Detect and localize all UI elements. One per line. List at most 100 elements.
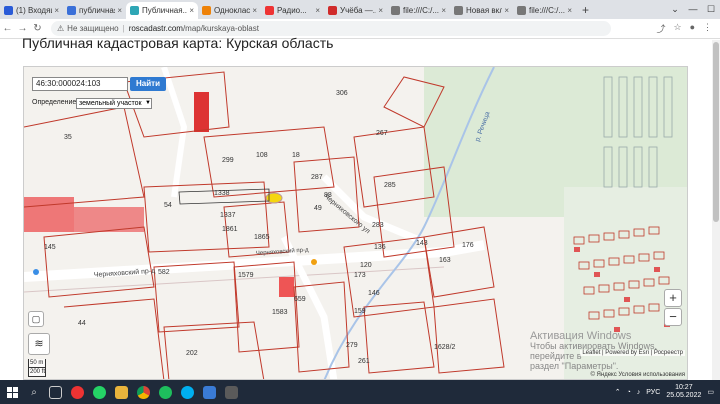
layers-button[interactable]: ≋ <box>28 333 50 355</box>
browser-tab[interactable]: (1) Входящ...× <box>0 2 63 19</box>
close-icon[interactable]: × <box>378 6 383 15</box>
parcel-number-label: 176 <box>462 242 474 249</box>
minimize-icon[interactable]: — <box>684 0 702 19</box>
back-icon[interactable]: ← <box>0 23 15 34</box>
page-content: Публичная кадастровая карта: Курская обл… <box>0 35 720 380</box>
whatsapp-icon[interactable] <box>88 380 110 404</box>
tab-favicon-icon <box>130 6 139 15</box>
clock[interactable]: 10:27 25.05.2022 <box>666 384 701 400</box>
browser-tab[interactable]: Новая вкл...× <box>450 2 513 19</box>
zoom-in-button[interactable]: + <box>664 289 682 307</box>
cadastral-search-input[interactable]: 46:30:000024:103 <box>32 77 128 91</box>
tab-label: Радио... <box>277 6 307 15</box>
maximize-icon[interactable]: ☐ <box>702 0 720 19</box>
parcel-number-label: 1583 <box>272 309 288 316</box>
clock-time: 10:27 <box>675 384 693 391</box>
menu-icon[interactable]: ⋮ <box>703 22 712 35</box>
browser-tab[interactable]: Одноклас...× <box>198 2 261 19</box>
windows-start-icon[interactable] <box>0 380 24 404</box>
parcel-number-label: 159 <box>354 308 366 315</box>
chevron-down-icon: ▼ <box>145 100 151 106</box>
browser-tab[interactable]: Учёба —... × <box>324 2 387 19</box>
cadastral-map[interactable]: Черняховский пр-д Черняховского ул Черня… <box>23 66 688 380</box>
files-icon[interactable] <box>110 380 132 404</box>
parcel-number-label: 659 <box>294 296 306 303</box>
tab-label: Учёба —... <box>340 6 377 15</box>
poi-icon <box>311 259 317 265</box>
browser-tab[interactable]: публичная...× <box>63 2 126 19</box>
close-icon[interactable]: × <box>504 6 509 15</box>
parcel-number-label: 44 <box>78 320 86 327</box>
find-button[interactable]: Найти <box>130 77 166 91</box>
browser-tab[interactable]: Публичная... × <box>126 2 198 19</box>
tab-favicon-icon <box>517 6 526 15</box>
tab-favicon-icon <box>328 6 337 15</box>
parcel-number-label: 1579 <box>238 272 254 279</box>
tab-favicon-icon <box>202 6 211 15</box>
close-icon[interactable]: × <box>441 6 446 15</box>
mail-icon[interactable] <box>198 380 220 404</box>
profile-icon[interactable]: ● <box>690 22 695 35</box>
network-icon[interactable]: ◔ <box>627 389 631 396</box>
parcel-number-label: 143 <box>416 240 428 247</box>
definition-select[interactable]: земельный участок ▼ <box>76 98 152 109</box>
parcel-number-label: 136 <box>374 244 386 251</box>
parcel-number-label: 163 <box>439 257 451 264</box>
selected-parcel[interactable] <box>265 192 283 204</box>
scale-metric: 50 m <box>28 359 46 368</box>
poi-icon <box>33 269 39 275</box>
parcel-number-label: 285 <box>384 182 396 189</box>
close-icon[interactable]: × <box>252 6 257 15</box>
street-label: Черняховский пр-д <box>256 246 310 257</box>
fullscreen-button[interactable]: ▢ <box>28 311 44 327</box>
browser-tab[interactable]: file:///C:/... × <box>513 2 576 19</box>
forward-icon[interactable]: → <box>15 23 30 34</box>
url-host: roscadastr.com <box>128 24 183 33</box>
parcel-number-label: 279 <box>346 342 358 349</box>
tab-bar: (1) Входящ...×публичная...×Публичная...×… <box>0 0 720 19</box>
page-scrollbar[interactable] <box>712 40 720 380</box>
chrome-icon[interactable] <box>132 380 154 404</box>
browser-tab[interactable]: file:///C:/... × <box>387 2 450 19</box>
tab-label: file:///C:/... <box>529 6 566 15</box>
chevron-down-icon[interactable]: ⌄ <box>666 0 684 19</box>
whatsapp2-icon[interactable] <box>154 380 176 404</box>
parcel-number-label: 306 <box>336 90 348 97</box>
tab-label: Публичная... <box>142 6 188 15</box>
close-icon[interactable]: × <box>315 6 320 15</box>
star-icon[interactable]: ☆ <box>673 22 681 35</box>
task-view-icon[interactable] <box>44 380 66 404</box>
tab-favicon-icon <box>67 6 76 15</box>
language-indicator[interactable]: РУС <box>646 389 660 396</box>
parcel-number-label: 49 <box>314 205 322 212</box>
close-icon[interactable]: × <box>567 6 572 15</box>
close-icon[interactable]: × <box>189 6 194 15</box>
search-icon[interactable]: ⌕ <box>24 387 44 398</box>
close-icon[interactable]: × <box>54 6 59 15</box>
share-icon[interactable]: ⤴ <box>656 22 665 35</box>
road <box>161 67 188 198</box>
tab-label: file:///C:/... <box>403 6 440 15</box>
new-tab-button[interactable]: + <box>576 2 595 19</box>
building <box>194 92 209 132</box>
browser-tab[interactable]: Радио... × <box>261 2 324 19</box>
store-icon[interactable] <box>220 380 242 404</box>
yandex-icon[interactable] <box>66 380 88 404</box>
parcel-number-label: 1338 <box>214 190 230 197</box>
notifications-icon[interactable]: ▭ <box>707 388 714 396</box>
reload-icon[interactable]: ↻ <box>30 23 45 34</box>
yandex-attribution[interactable]: © Яндекс Условия использования <box>590 372 685 378</box>
parcel-number-label: 120 <box>360 262 372 269</box>
parcel-number-label: 145 <box>44 244 56 251</box>
zoom-out-button[interactable]: − <box>664 308 682 326</box>
map-attribution[interactable]: Leaflet | Powered by Esri | Росреестр <box>580 350 685 356</box>
scrollbar-thumb[interactable] <box>713 42 719 222</box>
close-icon[interactable]: × <box>117 6 122 15</box>
skype-icon[interactable] <box>176 380 198 404</box>
volume-icon[interactable]: ♪ <box>637 389 641 396</box>
parcel-number-label: 287 <box>311 174 323 181</box>
url-field[interactable]: ⚠ Не защищено | roscadastr.com/map/kursk… <box>51 21 611 36</box>
parcel-number-label: 261 <box>358 358 370 365</box>
chevron-up-icon[interactable]: ⌃ <box>615 388 621 396</box>
building <box>24 197 74 232</box>
